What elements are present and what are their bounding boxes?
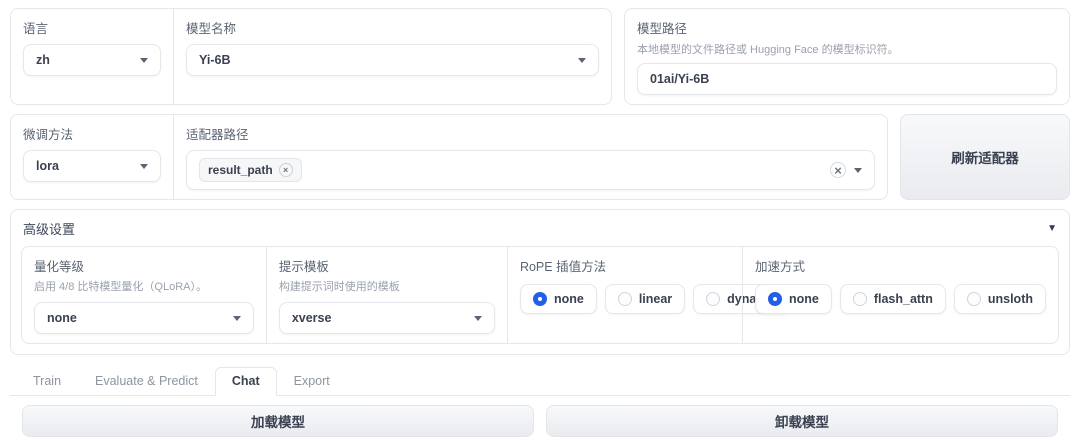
- booster-option-unsloth[interactable]: unsloth: [953, 284, 1046, 314]
- chevron-down-icon: [578, 57, 586, 63]
- booster-option-flash-attn[interactable]: flash_attn: [839, 284, 946, 314]
- finetune-method-field: 微调方法 lora: [11, 115, 173, 199]
- load-model-button[interactable]: 加载模型: [22, 405, 534, 437]
- advanced-settings-header[interactable]: 高级设置 ▼: [11, 210, 1069, 244]
- rope-option-linear[interactable]: linear: [604, 284, 686, 314]
- chevron-down-icon: [232, 315, 241, 321]
- rope-label: RoPE 插值方法: [519, 260, 607, 274]
- template-dropdown[interactable]: xverse: [278, 302, 495, 334]
- booster-option-none[interactable]: none: [754, 284, 832, 314]
- booster-option-label: flash_attn: [873, 292, 933, 306]
- tab-train[interactable]: Train: [16, 367, 78, 396]
- accordion-collapse-icon[interactable]: ▼: [1047, 223, 1057, 234]
- radio-unselected-icon: [617, 292, 632, 306]
- chevron-down-icon: [854, 167, 862, 173]
- quantization-field: 量化等级 启用 4/8 比特模型量化（QLoRA）。 none: [22, 247, 266, 343]
- quantization-dropdown[interactable]: none: [34, 302, 254, 334]
- quantization-label: 量化等级: [34, 260, 85, 274]
- adapter-path-label: 适配器路径: [186, 128, 249, 142]
- llamaboard-page: 语言 zh 模型名称 Yi-6B 模型路径 本地模型的文件路径或 Hugging…: [0, 0, 1080, 439]
- language-model-form: 语言 zh 模型名称 Yi-6B: [10, 8, 612, 105]
- quantization-info: 启用 4/8 比特模型量化（QLoRA）。: [34, 281, 207, 293]
- radio-unselected-icon: [852, 292, 867, 306]
- model-action-buttons: 加载模型 卸载模型: [22, 405, 1058, 437]
- chevron-down-icon: [473, 315, 482, 321]
- rope-option-label: none: [553, 292, 584, 306]
- rope-option-none[interactable]: none: [519, 284, 597, 314]
- booster-field: 加速方式 none flash_attn unsloth: [741, 247, 1058, 343]
- tab-bar: Train Evaluate & Predict Chat Export: [10, 367, 1070, 396]
- advanced-settings-title: 高级设置: [23, 222, 76, 237]
- tab-chat[interactable]: Chat: [214, 367, 277, 396]
- rope-option-label: linear: [638, 292, 673, 306]
- finetune-method-value: lora: [36, 159, 59, 173]
- finetune-row: 微调方法 lora 适配器路径 result_path × × 刷新适配器: [10, 114, 1070, 200]
- radio-unselected-icon: [706, 292, 721, 306]
- finetune-method-dropdown[interactable]: lora: [23, 150, 161, 182]
- booster-option-label: none: [788, 292, 819, 306]
- refresh-adapters-button[interactable]: 刷新适配器: [900, 114, 1070, 200]
- adapter-chip: result_path ×: [199, 158, 302, 182]
- template-field: 提示模板 构建提示词时使用的模板 xverse: [265, 247, 507, 343]
- unload-model-button[interactable]: 卸载模型: [546, 405, 1058, 437]
- finetune-method-label: 微调方法: [23, 128, 74, 142]
- top-row: 语言 zh 模型名称 Yi-6B 模型路径 本地模型的文件路径或 Hugging…: [10, 8, 1070, 105]
- radio-unselected-icon: [966, 292, 981, 306]
- advanced-settings-accordion: 高级设置 ▼ 量化等级 启用 4/8 比特模型量化（QLoRA）。 none 提…: [10, 209, 1070, 355]
- model-path-field: 模型路径 本地模型的文件路径或 Hugging Face 的模型标识符。 01a…: [625, 9, 1069, 104]
- advanced-settings-body: 量化等级 启用 4/8 比特模型量化（QLoRA）。 none 提示模板 构建提…: [21, 246, 1059, 344]
- template-value: xverse: [291, 311, 332, 325]
- model-name-label: 模型名称: [186, 22, 237, 36]
- rope-radio-group: none linear dynamic: [519, 284, 791, 314]
- quantization-value: none: [47, 311, 77, 325]
- model-name-field: 模型名称 Yi-6B: [173, 9, 611, 104]
- tab-export[interactable]: Export: [277, 367, 347, 396]
- model-path-form: 模型路径 本地模型的文件路径或 Hugging Face 的模型标识符。 01a…: [624, 8, 1070, 105]
- chevron-down-icon: [140, 57, 148, 63]
- rope-field: RoPE 插值方法 none linear dynamic: [506, 247, 791, 343]
- language-field: 语言 zh: [11, 9, 173, 104]
- radio-selected-icon: [532, 292, 547, 306]
- clear-icon[interactable]: ×: [830, 162, 846, 178]
- chat-tab-panel: 加载模型 卸载模型 模型未加载，请先加载模型。: [10, 396, 1070, 439]
- tab-evaluate-predict[interactable]: Evaluate & Predict: [78, 367, 215, 396]
- language-label: 语言: [23, 22, 49, 36]
- model-path-value: 01ai/Yi-6B: [650, 72, 710, 86]
- language-value: zh: [36, 53, 50, 67]
- booster-radio-group: none flash_attn unsloth: [754, 284, 1046, 314]
- adapter-path-field: 适配器路径 result_path × ×: [173, 115, 887, 199]
- model-path-label: 模型路径: [637, 22, 688, 36]
- template-info: 构建提示词时使用的模板: [278, 281, 400, 293]
- booster-label: 加速方式: [754, 260, 805, 274]
- adapter-chip-label: result_path: [208, 163, 273, 177]
- adapter-path-multiselect[interactable]: result_path × ×: [186, 150, 875, 190]
- template-label: 提示模板: [278, 260, 329, 274]
- model-name-dropdown[interactable]: Yi-6B: [186, 44, 599, 76]
- model-path-input[interactable]: 01ai/Yi-6B: [637, 63, 1057, 95]
- chip-remove-icon[interactable]: ×: [278, 163, 293, 177]
- chevron-down-icon: [140, 163, 148, 169]
- radio-selected-icon: [767, 292, 782, 306]
- model-name-value: Yi-6B: [199, 53, 231, 67]
- language-dropdown[interactable]: zh: [23, 44, 161, 76]
- model-path-info: 本地模型的文件路径或 Hugging Face 的模型标识符。: [637, 44, 899, 56]
- booster-option-label: unsloth: [987, 292, 1033, 306]
- advanced-form: 量化等级 启用 4/8 比特模型量化（QLoRA）。 none 提示模板 构建提…: [21, 246, 1059, 344]
- finetune-form: 微调方法 lora 适配器路径 result_path × ×: [10, 114, 888, 200]
